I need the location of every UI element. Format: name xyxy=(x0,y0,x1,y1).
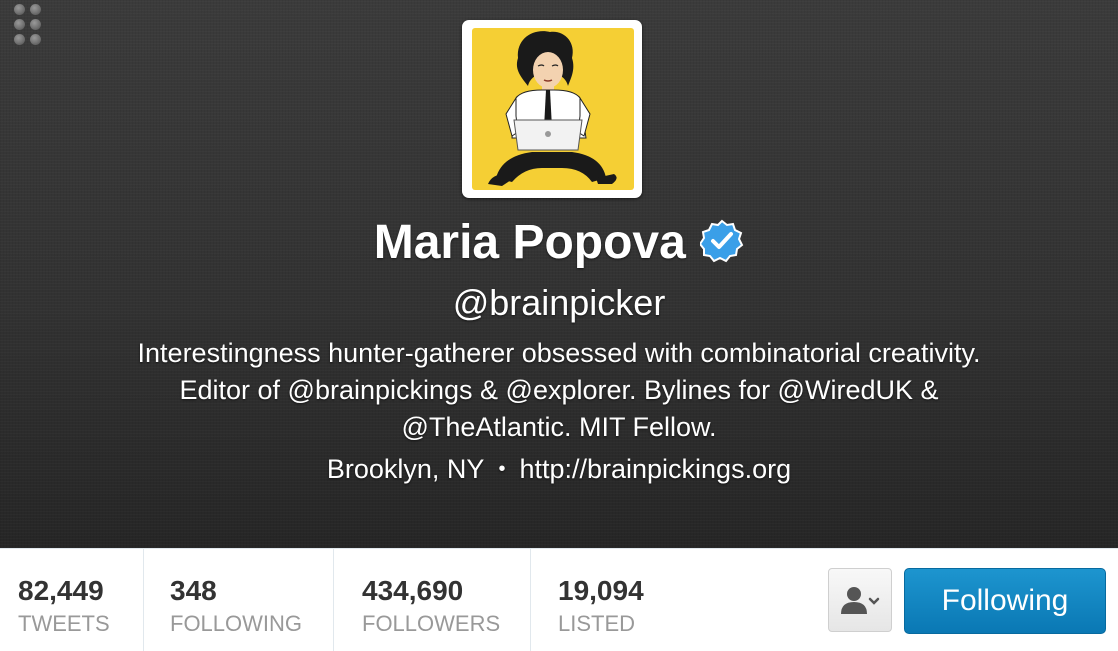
profile-handle: @brainpicker xyxy=(452,282,666,323)
user-dropdown-icon xyxy=(841,587,880,614)
bio-line: @TheAtlantic. MIT Fellow. xyxy=(401,412,717,442)
following-button[interactable]: Following xyxy=(904,568,1106,634)
stat-following[interactable]: 348 FOLLOWING xyxy=(143,549,334,651)
profile-name-row: Maria Popova xyxy=(0,215,1118,270)
user-actions-dropdown-button[interactable] xyxy=(828,568,892,632)
profile-bio: Interestingness hunter-gatherer obsessed… xyxy=(40,335,1078,446)
profile-avatar[interactable] xyxy=(462,20,642,198)
stat-label: FOLLOWING xyxy=(170,611,303,636)
profile-header: Maria Popova @brainpicker Interestingnes… xyxy=(0,0,1118,548)
stat-count: 434,690 xyxy=(362,575,464,606)
stat-label: TWEETS xyxy=(18,611,110,636)
profile-website-link[interactable]: http://brainpickings.org xyxy=(519,454,791,484)
bio-line: Interestingness hunter-gatherer obsessed… xyxy=(137,338,981,368)
meta-separator: • xyxy=(498,458,506,480)
profile-name: Maria Popova xyxy=(373,216,686,269)
stat-listed[interactable]: 19,094 LISTED xyxy=(530,549,680,651)
stat-label: LISTED xyxy=(558,611,636,636)
stat-followers[interactable]: 434,690 FOLLOWERS xyxy=(333,549,531,651)
bio-line: Editor of @brainpickings & @explorer. By… xyxy=(179,375,939,405)
stat-tweets[interactable]: 82,449 TWEETS xyxy=(0,549,144,651)
profile-location: Brooklyn, NY xyxy=(326,454,485,484)
verified-badge-icon xyxy=(700,219,744,262)
stat-label: FOLLOWERS xyxy=(362,611,501,636)
stat-count: 19,094 xyxy=(558,575,644,606)
avatar-illustration xyxy=(472,28,634,190)
grid-dots-icon[interactable] xyxy=(14,4,42,48)
profile-meta: Brooklyn, NY • http://brainpickings.org xyxy=(0,454,1118,485)
stat-count: 82,449 xyxy=(18,575,104,606)
stat-count: 348 xyxy=(170,575,217,606)
